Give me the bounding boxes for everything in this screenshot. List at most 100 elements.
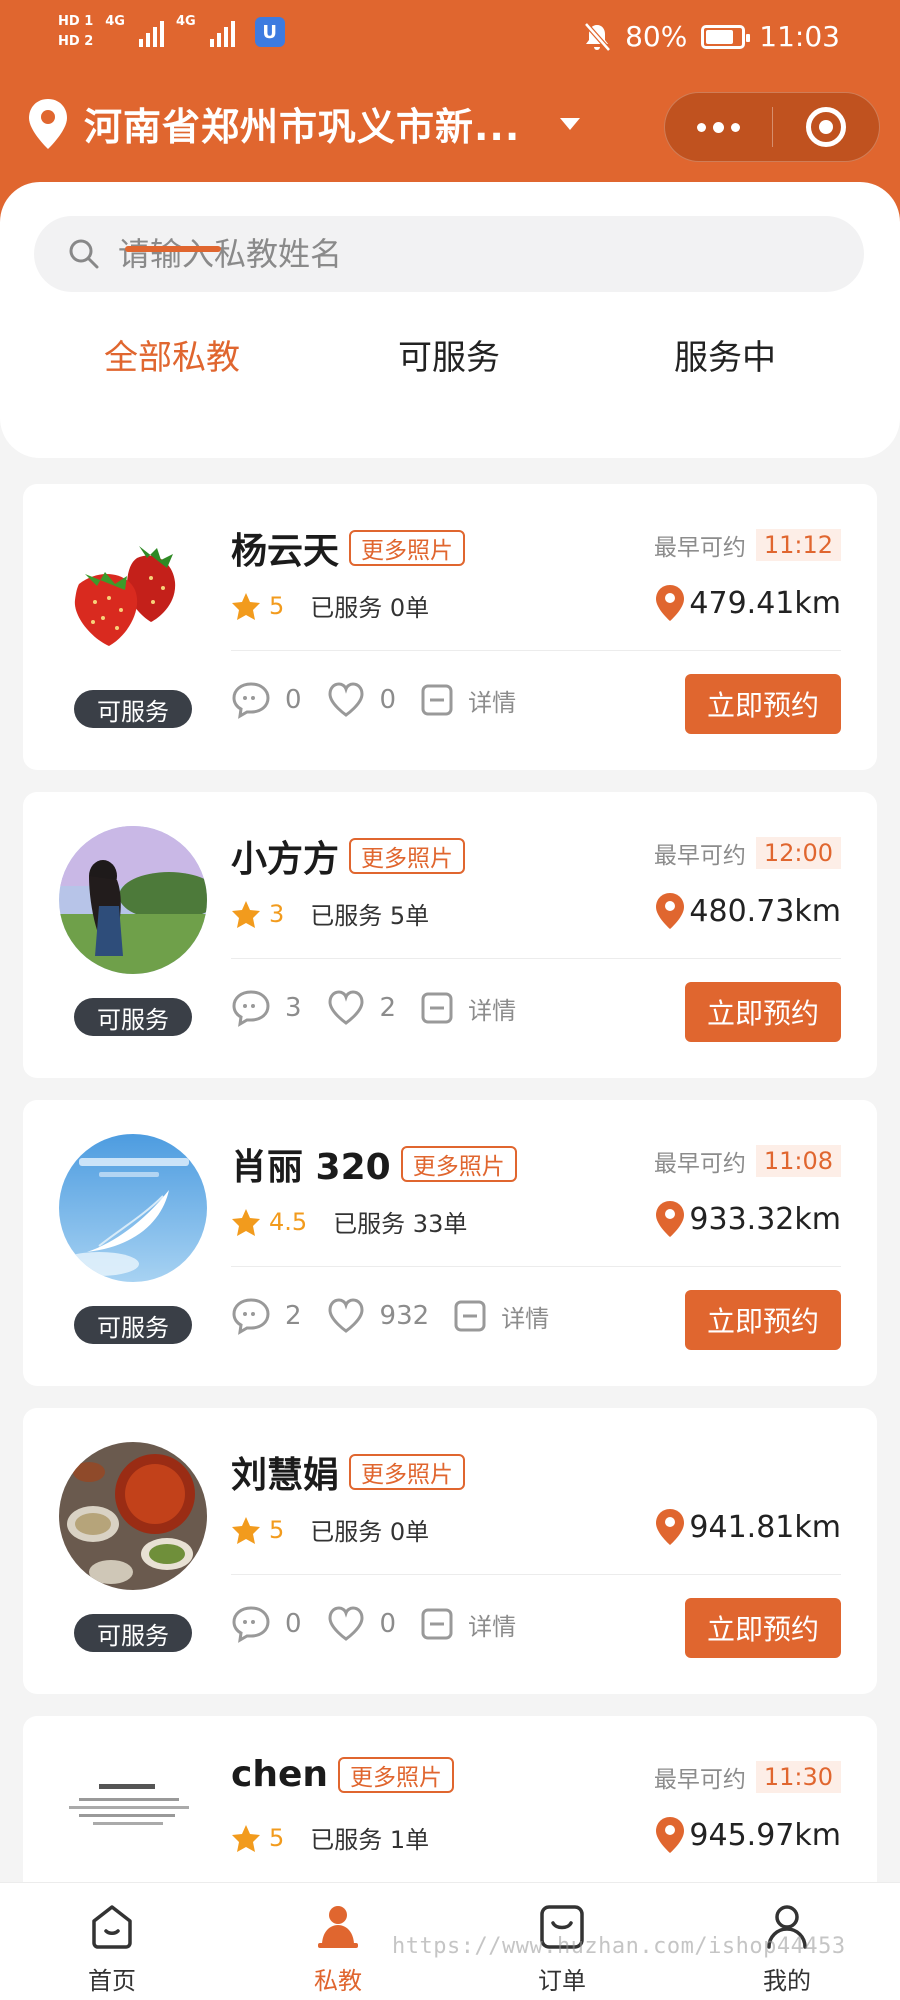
coach-card[interactable]: 可服务 刘慧娟 更多照片 5 已服务 0单 941.81km 0 0 详情 立即… [23,1408,877,1694]
battery-percent: 80% [625,20,688,53]
hd1-label: HD 1 [58,14,94,29]
strawberry-image [74,546,176,646]
earliest-time: 12:00 [755,837,841,869]
distance-value: 480.73km [689,893,841,929]
heart-icon[interactable] [326,1296,366,1336]
detail-link[interactable]: 详情 [468,1607,516,1642]
earliest-time: 11:30 [755,1761,841,1793]
coach-card[interactable]: 可服务 杨云天 更多照片 最早可约 11:12 5 已服务 0单 479.41k… [23,484,877,770]
location-pin-icon [656,1817,685,1853]
comment-icon[interactable] [231,1296,271,1336]
comment-icon[interactable] [231,988,271,1028]
book-now-button[interactable]: 立即预约 [685,674,841,734]
heart-icon[interactable] [326,1604,366,1644]
detail-link[interactable]: 详情 [468,683,516,718]
tab-in-service[interactable]: 服务中 [674,330,776,379]
rating-row: 4.5 已服务 33单 [231,1204,467,1239]
coach-name: 小方方 [231,839,340,880]
star-icon [232,592,260,620]
search-box[interactable] [34,216,864,292]
star-icon [232,900,260,928]
served-count: 已服务 1单 [310,1826,430,1854]
tabbar-item-coach[interactable]: 私教 [278,1901,398,1996]
status-bar: HD 1 HD 2 4G 4G U 80% 11:03 [0,0,900,76]
served-count: 已服务 33单 [333,1210,468,1238]
detail-icon[interactable] [420,991,454,1025]
search-input[interactable] [118,235,864,273]
app-badge-icon: U [254,17,285,47]
signal-icon [138,17,164,47]
more-photos-button[interactable]: 更多照片 [400,1146,517,1182]
tabbar-label: 首页 [88,1967,136,1995]
book-now-button[interactable]: 立即预约 [685,982,841,1042]
tabbar-label: 订单 [538,1967,586,1995]
rating-value: 5 [269,1823,285,1852]
distance-value: 933.32km [689,1201,841,1237]
like-count: 0 [379,1609,397,1639]
name-row: 刘慧娟 更多照片 [231,1446,466,1498]
more-photos-button[interactable]: 更多照片 [349,838,466,874]
status-badge: 可服务 [74,998,192,1036]
net2-label: 4G [175,14,196,29]
heart-icon[interactable] [326,988,366,1028]
earliest-label: 最早可约 [653,535,746,561]
more-photos-button[interactable]: 更多照片 [349,1454,466,1490]
like-count: 932 [379,1301,430,1331]
comment-icon[interactable] [231,1604,271,1644]
distance: 933.32km [655,1200,841,1238]
detail-icon[interactable] [420,1607,454,1641]
close-miniprogram-button[interactable] [773,107,879,147]
tabbar-label: 我的 [763,1967,811,1995]
detail-link[interactable]: 详情 [501,1299,549,1334]
watermark: https://www.huzhan.com/ishop44453 [392,1934,846,1959]
distance: 941.81km [655,1508,841,1546]
actions-row: 3 2 详情 [231,988,516,1028]
girl-in-field-image [59,826,207,974]
coach-name: chen [231,1754,329,1795]
tab-available[interactable]: 可服务 [398,330,500,379]
tab-bar-top: 全部私教 可服务 服务中 [0,330,900,420]
detail-icon[interactable] [420,683,454,717]
heart-icon[interactable] [326,680,366,720]
status-badge: 可服务 [74,1614,192,1652]
coach-name: 肖丽 320 [231,1147,391,1188]
book-now-button[interactable]: 立即预约 [685,1290,841,1350]
name-row: 杨云天 更多照片 [231,522,466,574]
tabbar-item-home[interactable]: 首页 [52,1901,172,1996]
divider [231,650,841,651]
comment-icon[interactable] [231,680,271,720]
more-photos-button[interactable]: 更多照片 [338,1756,455,1793]
more-button[interactable] [665,93,772,161]
coach-card[interactable]: 可服务 小方方 更多照片 最早可约 12:00 3 已服务 5单 480.73k… [23,792,877,1078]
clock: 11:03 [759,20,840,53]
earliest-time: 11:08 [755,1145,841,1177]
sky-feather-image [59,1134,207,1282]
rating-value: 3 [269,899,285,928]
tab-all-coaches[interactable]: 全部私教 [104,330,240,379]
divider [231,1266,841,1267]
more-photos-button[interactable]: 更多照片 [349,530,466,566]
detail-link[interactable]: 详情 [468,991,516,1026]
avatar [59,518,207,666]
earliest-label: 最早可约 [653,1151,746,1177]
earliest-available: 最早可约 11:12 [654,528,841,562]
tabbar-label: 私教 [314,1967,362,1995]
rating-value: 5 [269,1515,285,1544]
distance-value: 941.81km [689,1509,841,1545]
caret-down-icon [560,117,581,130]
coach-name: 刘慧娟 [231,1455,340,1496]
miniprogram-capsule [664,92,880,162]
hotpot-image [59,1442,207,1590]
status-right: 80% 11:03 [583,20,840,53]
comment-count: 2 [285,1301,302,1331]
divider [231,1574,841,1575]
filter-panel: 全部私教 可服务 服务中 [0,182,900,458]
text-note-image [69,1784,189,1825]
coach-card[interactable]: 可服务 肖丽 320 更多照片 最早可约 11:08 4.5 已服务 33单 9… [23,1100,877,1386]
comment-count: 0 [285,685,302,715]
location-selector[interactable]: 河南省郑州市巩义市新... [26,96,581,151]
search-icon [69,239,99,269]
comment-count: 3 [285,993,302,1023]
detail-icon[interactable] [453,1299,487,1333]
book-now-button[interactable]: 立即预约 [685,1598,841,1658]
